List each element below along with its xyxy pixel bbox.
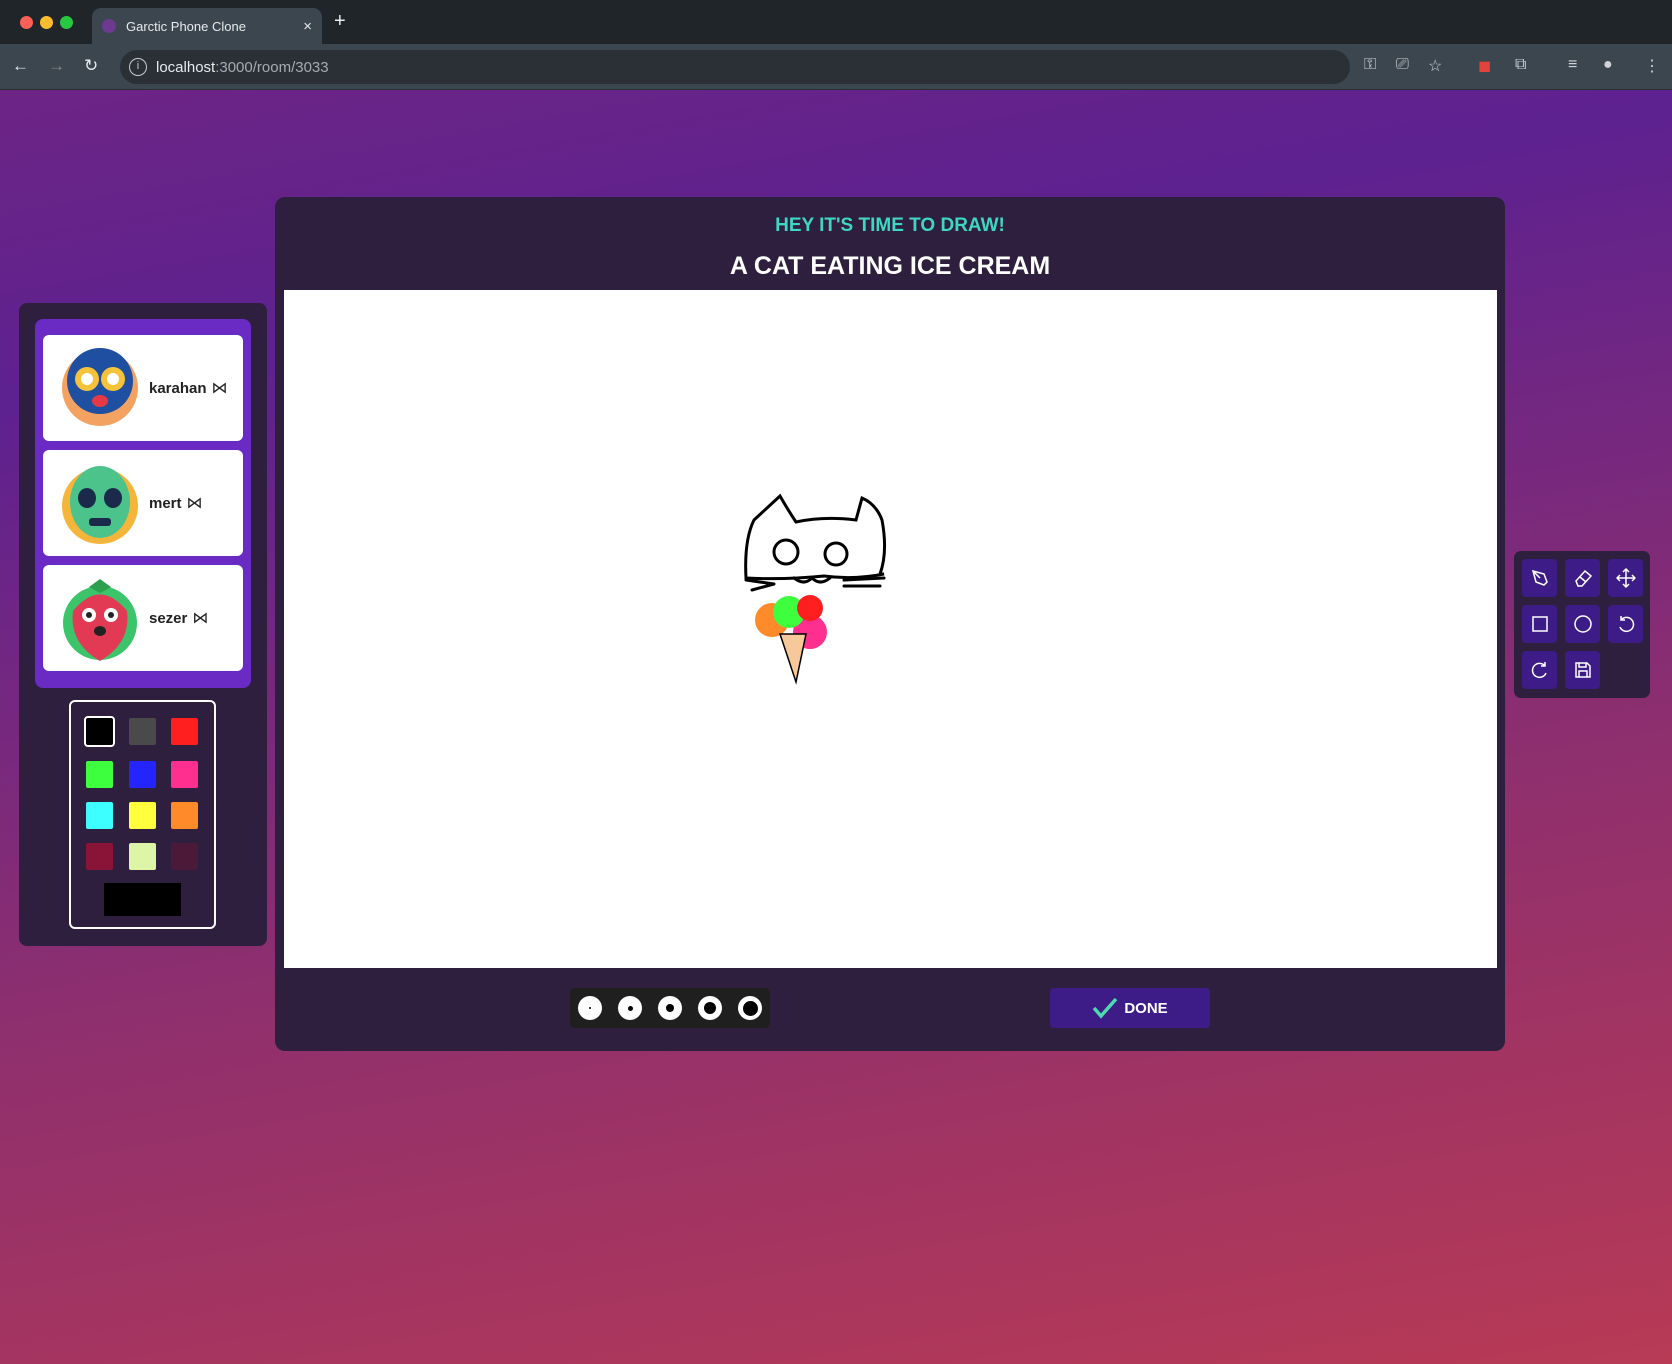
back-icon[interactable]: ←	[12, 56, 29, 76]
color-swatch[interactable]	[171, 761, 198, 788]
brush-dot-icon	[589, 1007, 591, 1009]
new-tab-button[interactable]: +	[334, 10, 346, 33]
strawberry-avatar	[63, 579, 137, 661]
extensions-puzzle-icon[interactable]: ⧉	[1515, 56, 1526, 74]
maximize-window-button[interactable]	[60, 16, 73, 29]
close-window-button[interactable]	[20, 16, 33, 29]
bowtie-icon: ⋈	[186, 495, 203, 512]
profile-avatar[interactable]: ●	[1603, 56, 1613, 74]
undo-button[interactable]	[1608, 605, 1643, 643]
color-swatch[interactable]	[129, 843, 156, 870]
selected-color-preview	[104, 883, 181, 916]
player-card: mert ⋈	[43, 450, 243, 556]
instruction-text: HEY IT'S TIME TO DRAW!	[775, 215, 1005, 236]
brush-dot-icon	[704, 1002, 716, 1014]
brush-size-option[interactable]	[618, 996, 642, 1020]
color-swatch[interactable]	[129, 802, 156, 829]
color-swatch[interactable]	[86, 802, 113, 829]
player-card: karahan ⋈	[43, 335, 243, 441]
circle-tool-button[interactable]	[1565, 605, 1600, 643]
color-swatch[interactable]	[129, 761, 156, 788]
menu-icon[interactable]: ⋮	[1644, 56, 1660, 76]
done-label: DONE	[1124, 999, 1168, 1017]
eraser-icon	[1574, 569, 1592, 587]
color-swatch[interactable]	[84, 716, 115, 747]
color-swatch[interactable]	[171, 843, 198, 870]
eraser-tool-button[interactable]	[1565, 559, 1600, 597]
browser-toolbar: ← → ↻ i localhost:3000/room/3033 ⚿ ⎚ ☆ ◼ …	[0, 44, 1672, 90]
rectangle-tool-button[interactable]	[1522, 605, 1557, 643]
brush-size-option[interactable]	[738, 996, 762, 1020]
brush-size-selector	[570, 988, 770, 1028]
bowtie-icon: ⋈	[192, 610, 209, 627]
favicon-icon	[102, 19, 116, 33]
brush-dot-icon	[627, 1005, 633, 1011]
browser-tab[interactable]: Garctic Phone Clone ×	[92, 8, 322, 44]
site-info-icon[interactable]: i	[129, 58, 147, 76]
circle-icon	[1573, 615, 1592, 633]
player-name: karahan	[149, 379, 207, 397]
pen-icon	[1531, 569, 1548, 586]
brush-size-option[interactable]	[578, 996, 602, 1020]
color-swatch[interactable]	[86, 843, 113, 870]
browser-tab-bar: Garctic Phone Clone × +	[0, 0, 1672, 44]
color-swatch[interactable]	[171, 802, 198, 829]
redo-button[interactable]	[1522, 651, 1557, 689]
prompt-title: A CAT EATING ICE CREAM	[729, 252, 1051, 280]
color-swatch[interactable]	[86, 761, 113, 788]
alien-avatar	[62, 466, 138, 544]
player-card: sezer ⋈	[43, 565, 243, 671]
media-icon[interactable]: ≡	[1568, 56, 1577, 74]
move-icon	[1615, 568, 1636, 588]
undo-icon	[1618, 616, 1634, 633]
check-icon	[1093, 997, 1118, 1019]
brush-size-option[interactable]	[698, 996, 722, 1020]
address-bar[interactable]: i localhost:3000/room/3033	[120, 50, 1350, 84]
tool-panel	[1514, 551, 1650, 698]
forward-icon[interactable]: →	[48, 56, 65, 76]
bowtie-icon: ⋈	[211, 380, 228, 397]
url-host: localhost	[156, 58, 216, 76]
move-tool-button[interactable]	[1608, 559, 1643, 597]
color-swatch[interactable]	[171, 718, 198, 745]
extension-icon[interactable]: ◼	[1478, 56, 1491, 76]
pen-tool-button[interactable]	[1522, 559, 1557, 597]
brush-dot-icon	[666, 1004, 674, 1012]
color-swatch[interactable]	[129, 718, 156, 745]
reload-icon[interactable]: ↻	[84, 56, 98, 76]
key-icon[interactable]: ⚿	[1364, 56, 1376, 74]
player-name: mert	[149, 494, 182, 512]
rectangle-icon	[1531, 616, 1548, 632]
drawing-canvas[interactable]	[284, 290, 1497, 968]
url-path: :3000/room/3033	[215, 58, 329, 76]
redo-icon	[1531, 662, 1547, 679]
bookmark-star-icon[interactable]: ☆	[1428, 56, 1442, 76]
luchador-avatar	[62, 348, 138, 426]
save-button[interactable]	[1565, 651, 1600, 689]
minimize-window-button[interactable]	[40, 16, 53, 29]
tab-title: Garctic Phone Clone	[126, 18, 246, 34]
save-icon	[1574, 662, 1591, 678]
install-icon[interactable]: ⎚	[1396, 56, 1409, 74]
player-name: sezer	[149, 609, 188, 627]
done-button[interactable]: DONE	[1050, 988, 1210, 1028]
close-tab-button[interactable]: ×	[303, 18, 312, 35]
brush-dot-icon	[742, 1000, 758, 1016]
drawing	[744, 493, 887, 685]
brush-size-option[interactable]	[658, 996, 682, 1020]
